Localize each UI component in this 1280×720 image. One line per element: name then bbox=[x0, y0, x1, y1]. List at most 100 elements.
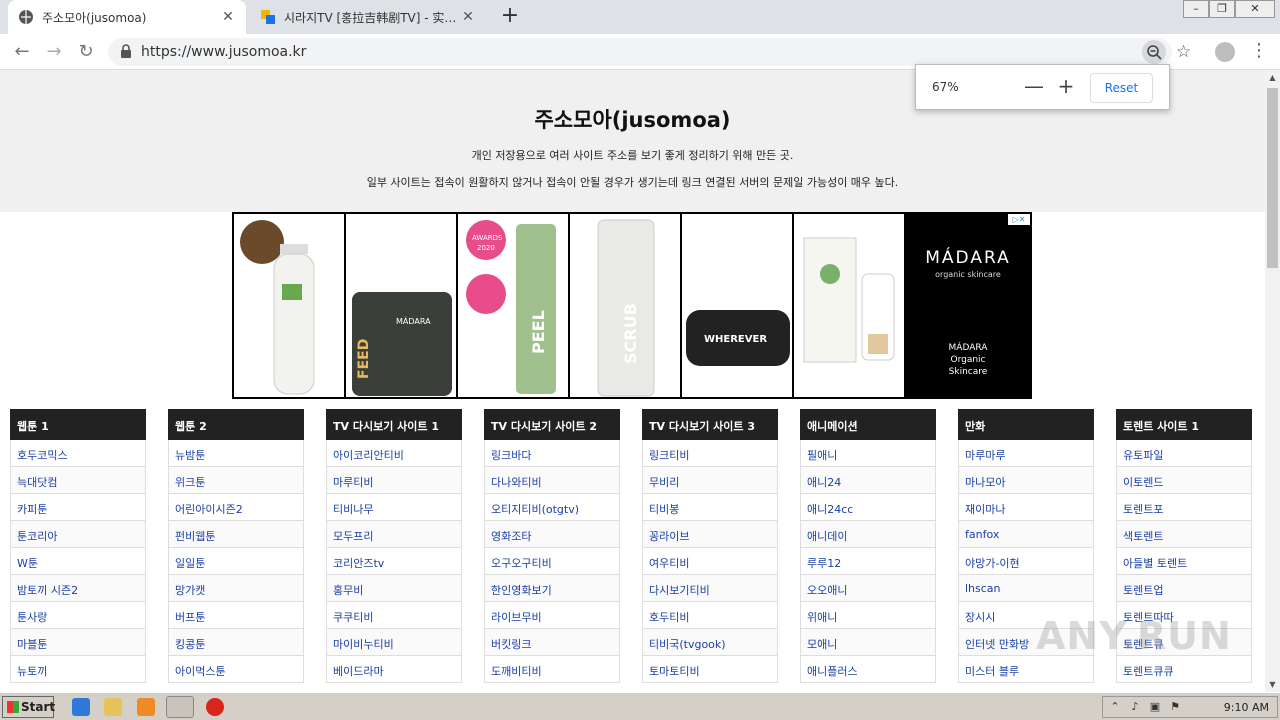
close-tab-icon[interactable]: ✕ bbox=[220, 9, 236, 25]
ad-product-bag[interactable]: WHEREVER bbox=[682, 214, 794, 397]
ad-product-sunflower[interactable] bbox=[794, 214, 906, 397]
site-link[interactable]: 영화조타 bbox=[484, 521, 620, 548]
site-link[interactable]: 색토렌트 bbox=[1116, 521, 1252, 548]
site-link[interactable]: 뉴토끼 bbox=[10, 656, 146, 683]
site-link[interactable]: 일일툰 bbox=[168, 548, 304, 575]
site-link[interactable]: 카피툰 bbox=[10, 494, 146, 521]
site-link[interactable]: 토마토티비 bbox=[642, 656, 778, 683]
restore-window-icon[interactable]: ❐ bbox=[1209, 0, 1235, 18]
site-link[interactable]: 뉴밤툰 bbox=[168, 440, 304, 467]
site-link[interactable]: 버킷링크 bbox=[484, 629, 620, 656]
ad-banner[interactable]: MÁDARA FEED AWARDS 2020 PEEL SCRUB WHERE… bbox=[232, 212, 1032, 399]
site-link[interactable]: 밤토끼 시즌2 bbox=[10, 575, 146, 602]
site-link[interactable]: lhscan bbox=[958, 575, 1094, 602]
site-link[interactable]: 모두프리 bbox=[326, 521, 462, 548]
site-link[interactable]: 쿠쿠티비 bbox=[326, 602, 462, 629]
site-link[interactable]: fanfox bbox=[958, 521, 1094, 548]
site-link[interactable]: 아이코리안티비 bbox=[326, 440, 462, 467]
site-link[interactable]: 애니플러스 bbox=[800, 656, 936, 683]
scroll-down-icon[interactable]: ▼ bbox=[1265, 677, 1280, 692]
ad-product-scrub[interactable]: SCRUB bbox=[570, 214, 682, 397]
action-center-flag-icon[interactable]: ⚑ bbox=[1169, 701, 1181, 713]
site-link[interactable]: 위크툰 bbox=[168, 467, 304, 494]
site-link[interactable]: 오구오구티비 bbox=[484, 548, 620, 575]
zoom-icon[interactable] bbox=[1142, 40, 1166, 64]
site-link[interactable]: 마루티비 bbox=[326, 467, 462, 494]
ad-product-feed-mask[interactable]: MÁDARA FEED bbox=[346, 214, 458, 397]
bookmark-star-icon[interactable]: ☆ bbox=[1176, 42, 1191, 62]
media-player-icon[interactable] bbox=[137, 698, 155, 716]
profile-avatar-icon[interactable] bbox=[1215, 42, 1235, 62]
site-link[interactable]: 호두티비 bbox=[642, 602, 778, 629]
antivirus-icon[interactable] bbox=[206, 698, 224, 716]
start-button[interactable]: Start bbox=[2, 696, 55, 718]
site-link[interactable]: 오오애니 bbox=[800, 575, 936, 602]
site-link[interactable]: 베이드라마 bbox=[326, 656, 462, 683]
site-link[interactable]: 링크티비 bbox=[642, 440, 778, 467]
site-link[interactable]: 무비리 bbox=[642, 467, 778, 494]
site-link[interactable]: 오티지티비(otgtv) bbox=[484, 494, 620, 521]
site-link[interactable]: 미스터 블루 bbox=[958, 656, 1094, 683]
site-link[interactable]: 마나모아 bbox=[958, 467, 1094, 494]
zoom-reset-button[interactable]: Reset bbox=[1090, 73, 1153, 103]
ad-product-peel[interactable]: AWARDS 2020 PEEL bbox=[458, 214, 570, 397]
kebab-menu-icon[interactable]: ⋮ bbox=[1250, 42, 1268, 62]
minimize-window-icon[interactable]: – bbox=[1183, 0, 1209, 18]
site-link[interactable]: 홍무비 bbox=[326, 575, 462, 602]
site-link[interactable]: 애니데이 bbox=[800, 521, 936, 548]
site-link[interactable]: 아들별 토렌트 bbox=[1116, 548, 1252, 575]
site-link[interactable]: 티비봉 bbox=[642, 494, 778, 521]
site-link[interactable]: 모애니 bbox=[800, 629, 936, 656]
site-link[interactable]: 이토렌드 bbox=[1116, 467, 1252, 494]
site-link[interactable]: W툰 bbox=[10, 548, 146, 575]
site-link[interactable]: 애니24 bbox=[800, 467, 936, 494]
back-arrow-icon[interactable]: ← bbox=[10, 40, 34, 64]
site-link[interactable]: 늑대닷컴 bbox=[10, 467, 146, 494]
site-link[interactable]: 토렌트포 bbox=[1116, 494, 1252, 521]
scroll-up-icon[interactable]: ▲ bbox=[1265, 70, 1280, 85]
site-link[interactable]: 한인영화보기 bbox=[484, 575, 620, 602]
site-link[interactable]: 라이브무비 bbox=[484, 602, 620, 629]
ad-choices-icon[interactable]: ▷✕ bbox=[1008, 214, 1030, 225]
tray-expand-icon[interactable]: ⌃ bbox=[1109, 701, 1121, 713]
site-link[interactable]: 애니24cc bbox=[800, 494, 936, 521]
site-link[interactable]: 토렌트업 bbox=[1116, 575, 1252, 602]
site-link[interactable]: 링크바다 bbox=[484, 440, 620, 467]
site-link[interactable]: 킹콩툰 bbox=[168, 629, 304, 656]
site-link[interactable]: 야망가-이현 bbox=[958, 548, 1094, 575]
page-scrollbar[interactable]: ▲ ▼ bbox=[1265, 70, 1280, 692]
site-link[interactable]: 툰사랑 bbox=[10, 602, 146, 629]
site-link[interactable]: 툰코리아 bbox=[10, 521, 146, 548]
site-link[interactable]: 다시보기티비 bbox=[642, 575, 778, 602]
ad-product-lotion[interactable] bbox=[234, 214, 346, 397]
site-link[interactable]: 어린아이시즌2 bbox=[168, 494, 304, 521]
close-window-icon[interactable]: ✕ bbox=[1235, 0, 1275, 18]
internet-explorer-icon[interactable] bbox=[72, 698, 90, 716]
site-link[interactable]: 도깨비티비 bbox=[484, 656, 620, 683]
site-link[interactable]: 펀비웹툰 bbox=[168, 521, 304, 548]
volume-icon[interactable]: ♪ bbox=[1129, 701, 1141, 713]
site-link[interactable]: 버프툰 bbox=[168, 602, 304, 629]
forward-arrow-icon[interactable]: → bbox=[42, 40, 66, 64]
site-link[interactable]: 다나와티비 bbox=[484, 467, 620, 494]
site-link[interactable]: 루루12 bbox=[800, 548, 936, 575]
site-link[interactable]: 티비나무 bbox=[326, 494, 462, 521]
site-link[interactable]: 마루마루 bbox=[958, 440, 1094, 467]
zoom-out-button[interactable]: — bbox=[1022, 75, 1046, 99]
site-link[interactable]: 망가캣 bbox=[168, 575, 304, 602]
new-tab-button[interactable]: + bbox=[497, 4, 523, 30]
site-link[interactable]: 티비국(tvgook) bbox=[642, 629, 778, 656]
site-link[interactable]: 아이먹스툰 bbox=[168, 656, 304, 683]
chrome-taskbar-button[interactable] bbox=[166, 696, 194, 718]
site-link[interactable]: 여우티비 bbox=[642, 548, 778, 575]
ad-brand-panel[interactable]: MÁDARA organic skincare MÁDARA Organic S… bbox=[906, 214, 1030, 397]
tab-sirazi[interactable]: 시라지TV [홍拉吉韩剧TV] - 实时更新 ✕ bbox=[250, 0, 486, 34]
site-link[interactable]: 재이마나 bbox=[958, 494, 1094, 521]
site-link[interactable]: 코리안즈tv bbox=[326, 548, 462, 575]
network-icon[interactable]: ▣ bbox=[1149, 701, 1161, 713]
site-link[interactable]: 마이비누티비 bbox=[326, 629, 462, 656]
site-link[interactable]: 마블툰 bbox=[10, 629, 146, 656]
reload-icon[interactable]: ↻ bbox=[74, 40, 98, 64]
site-link[interactable]: 호두코믹스 bbox=[10, 440, 146, 467]
site-link[interactable]: 꽁라이브 bbox=[642, 521, 778, 548]
